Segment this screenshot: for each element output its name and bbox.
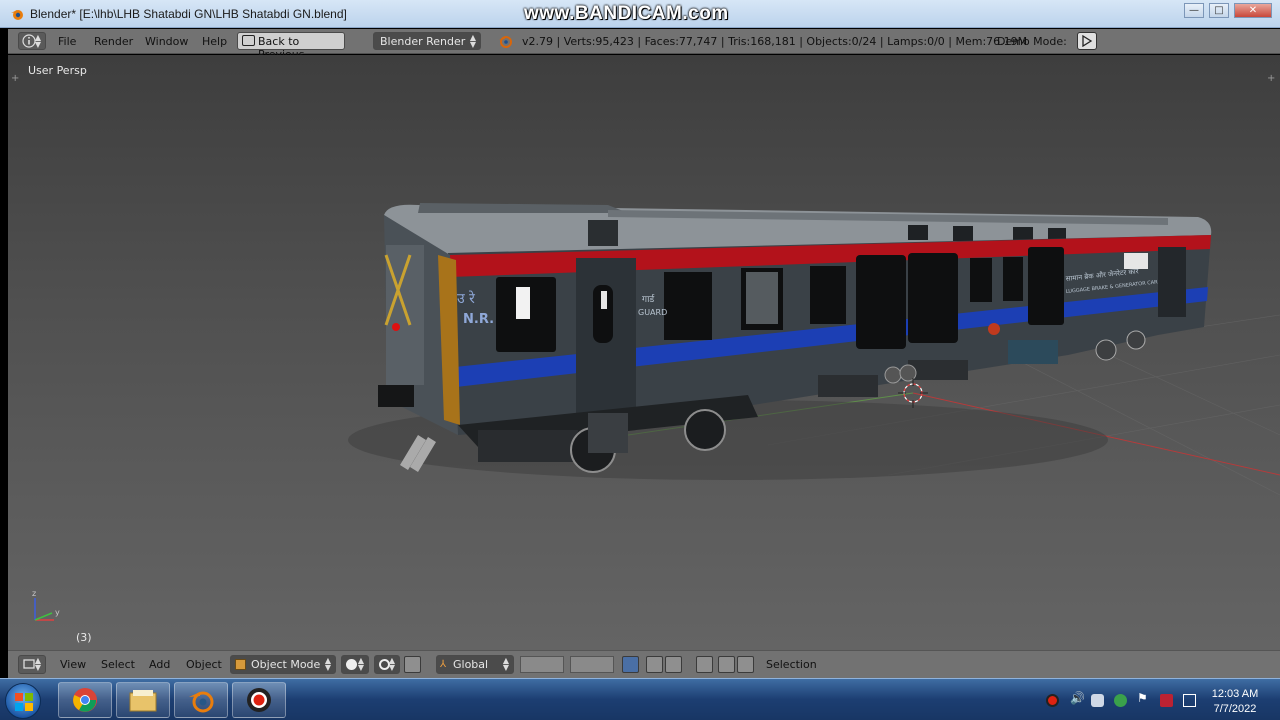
windows-logo-icon (15, 693, 33, 711)
3d-scene: उ रे N.R. गार्ड GUARD सामान ब्रेक और जेन… (32, 203, 1280, 621)
region-toggle-left-icon[interactable]: + (11, 73, 19, 84)
render-engine-select[interactable]: Blender Render ▲ ▼ (373, 32, 481, 50)
updown-arrows-icon: ▲ ▼ (502, 656, 509, 672)
blender-logo-icon (499, 36, 512, 48)
taskbar-chrome[interactable] (58, 682, 112, 718)
bandicam-icon (247, 688, 271, 712)
bandicam-watermark: www.BANDICAM.com (524, 3, 729, 24)
updown-arrows-icon: ▲ ▼ (469, 33, 476, 49)
menu-object[interactable]: Object (186, 658, 222, 671)
chrome-icon (73, 688, 97, 712)
editor-type-selector-3d[interactable]: ▲ ▼ (18, 655, 46, 674)
security-icon[interactable] (1160, 694, 1173, 707)
menu-window[interactable]: Window (145, 35, 188, 48)
coach-hindi-guard-text: गार्ड (642, 293, 655, 305)
orientation-value: Global (453, 658, 489, 671)
action-center-flag-icon[interactable]: ⚑ (1137, 691, 1150, 705)
opengl-render-icon[interactable] (718, 656, 735, 673)
viewport-shading-select[interactable]: ▲ ▼ (341, 655, 369, 674)
file-explorer-icon (129, 690, 157, 712)
menu-help[interactable]: Help (202, 35, 227, 48)
play-button[interactable] (1077, 32, 1097, 50)
layer-buttons-right[interactable] (570, 656, 614, 673)
frame-counter: (3) (76, 631, 92, 644)
windows-taskbar: 🔊 ⚑ 12:03 AM 7/7/2022 (0, 678, 1280, 720)
back-to-previous-button[interactable]: Back to Previous (237, 32, 345, 61)
network-icon[interactable] (1114, 694, 1127, 707)
taskbar-blender[interactable] (174, 682, 228, 718)
editor-type-selector[interactable]: ▲ ▼ (18, 32, 46, 50)
clock-date: 7/7/2022 (1213, 703, 1257, 715)
updown-arrows-icon: ▲ ▼ (34, 33, 41, 49)
proportional-edit-icon[interactable] (646, 656, 663, 673)
solid-shading-icon (346, 659, 357, 670)
interaction-mode-select[interactable]: Object Mode ▲ ▼ (230, 655, 336, 674)
snap-element-icon[interactable] (696, 656, 713, 673)
updown-arrows-icon: ▲ ▼ (357, 656, 364, 672)
coach-guard-text: GUARD (638, 308, 667, 317)
menu-view[interactable]: View (60, 658, 86, 671)
back-icon (242, 35, 255, 46)
blender-app-icon (11, 10, 23, 20)
view-perspective-label: User Persp (28, 64, 87, 77)
selection-label: Selection (766, 658, 817, 671)
menu-add[interactable]: Add (149, 658, 170, 671)
minimize-button[interactable]: — (1184, 3, 1204, 18)
3d-view-header: ▲ ▼ View Select Add Object Object Mode ▲ ▼… (8, 650, 1280, 678)
menu-render[interactable]: Render (94, 35, 133, 48)
start-button[interactable] (5, 683, 41, 719)
coach-nr-text: N.R. (463, 312, 494, 327)
clock[interactable]: 12:03 AM 7/7/2022 (1206, 687, 1264, 717)
mode-value: Object Mode (251, 658, 321, 671)
menu-file[interactable]: File (58, 35, 76, 48)
info-header: ▲▼ File Render Window Help Back to Previ… (8, 29, 1280, 61)
opengl-animation-icon[interactable] (737, 656, 754, 673)
pivot-point-select[interactable]: ▲ ▼ (374, 655, 400, 674)
record-indicator-icon[interactable] (1046, 694, 1059, 707)
clock-time: 12:03 AM (1211, 688, 1259, 700)
3d-viewport[interactable]: उ रे N.R. गार्ड GUARD सामान ब्रेक और जेन… (8, 55, 1280, 650)
manipulator-toggle-icon[interactable] (404, 656, 421, 673)
axis-y-label: y (55, 608, 60, 617)
scene-statistics: v2.79 | Verts:95,423 | Faces:77,747 | Tr… (522, 35, 1028, 48)
steam-icon[interactable] (1091, 694, 1104, 707)
monitor-icon[interactable] (1183, 694, 1196, 707)
axis-z-label: z (32, 589, 36, 598)
object-mode-icon (235, 659, 246, 670)
transform-orientation-select[interactable]: ⅄ Global ▲ ▼ (436, 655, 514, 674)
play-icon (1082, 35, 1093, 47)
maximize-button[interactable]: □ (1209, 3, 1229, 18)
coach-hindi-ur-text: उ रे (457, 290, 475, 307)
updown-arrows-icon: ▲ ▼ (388, 656, 395, 672)
region-toggle-right-icon[interactable]: + (1267, 73, 1275, 84)
axis-gizmo: z y (32, 589, 60, 621)
layer-buttons-left[interactable] (520, 656, 564, 673)
menu-select[interactable]: Select (101, 658, 135, 671)
window-titlebar: Blender* [E:\lhb\LHB Shatabdi GN\LHB Sha… (0, 0, 1280, 28)
close-button[interactable]: ✕ (1234, 3, 1272, 18)
render-engine-value: Blender Render (380, 35, 466, 48)
demo-mode-label: Demo Mode: (997, 35, 1067, 48)
window-title: Blender* [E:\lhb\LHB Shatabdi GN\LHB Sha… (30, 7, 347, 21)
taskbar-file-explorer[interactable] (116, 682, 170, 718)
taskbar-bandicam[interactable] (232, 682, 286, 718)
lock-camera-layers-icon[interactable] (622, 656, 639, 673)
updown-arrows-icon: ▲ ▼ (324, 656, 331, 672)
blender-icon (189, 691, 214, 713)
transform-orientation-icon: ⅄ (440, 659, 447, 670)
updown-arrows-icon: ▲ ▼ (34, 656, 41, 672)
snap-toggle-icon[interactable] (665, 656, 682, 673)
volume-icon[interactable]: 🔊 (1070, 691, 1085, 705)
